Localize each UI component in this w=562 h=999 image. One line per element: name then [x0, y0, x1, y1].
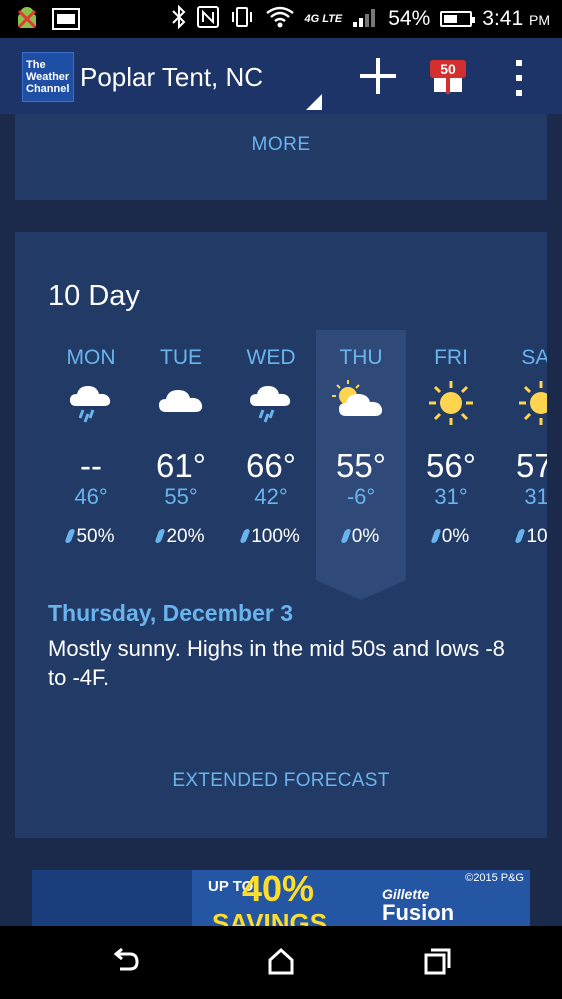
partly-sunny-icon: [330, 378, 383, 428]
ad-savings: SAVINGS: [212, 908, 328, 926]
more-card: MORE: [15, 114, 547, 200]
day-low: 42°: [254, 484, 288, 509]
status-bar: 4G LTE 54% 3:41 PM: [0, 0, 562, 38]
network-type-label: 4G LTE: [304, 13, 343, 25]
day-high: 55°: [336, 447, 386, 484]
day-column-thu[interactable]: THU 55° -6° 0%: [316, 330, 406, 600]
day-high: 57°: [516, 447, 547, 484]
day-precip: 50%: [46, 526, 136, 548]
ad-percent: 40%: [242, 870, 315, 909]
precip-value: 10%: [526, 526, 547, 547]
ten-day-card: 10 Day MON -- 46° 50% TUE 61° 55° 20% WED 66° 42° 1…: [15, 232, 547, 838]
vibrate-icon: [229, 6, 255, 33]
precip-value: 100%: [251, 526, 300, 547]
raindrop-icon: [430, 529, 442, 543]
back-icon: [113, 947, 139, 971]
day-name: THU: [339, 346, 383, 369]
recents-icon: [424, 948, 451, 975]
detail-date: Thursday, December 3: [48, 600, 294, 626]
raindrop-icon: [239, 529, 251, 543]
sun-icon: [426, 378, 476, 428]
back-button[interactable]: [110, 946, 140, 976]
day-low: -6°: [346, 484, 376, 509]
day-column-fri[interactable]: FRI 56° 31° 0%: [406, 330, 496, 580]
raindrop-icon: [154, 529, 167, 543]
android-notification-icon: [14, 6, 40, 37]
day-low: 31°: [524, 484, 547, 509]
day-column-mon[interactable]: MON -- 46° 50%: [46, 330, 136, 580]
ad-banner[interactable]: ©2015 P&G UP TO 40% SAVINGS Gillette Fus…: [32, 870, 530, 926]
clock: 3:41 PM: [482, 7, 550, 30]
day-low: 31°: [434, 484, 468, 509]
day-precip: 100%: [226, 526, 316, 548]
day-name: WED: [246, 346, 296, 369]
battery-icon: [440, 11, 476, 27]
gift-badge: 50: [430, 60, 466, 78]
day-precip: 20%: [136, 526, 226, 548]
overflow-menu-button[interactable]: [510, 58, 526, 98]
raindrop-icon: [64, 529, 77, 543]
image-notification-icon: [52, 8, 80, 35]
day-strip[interactable]: MON -- 46° 50% TUE 61° 55° 20% WED 66° 42° 100% THU 5…: [15, 330, 547, 600]
signal-icon: [352, 6, 378, 33]
location-selector[interactable]: Poplar Tent, NC: [80, 62, 263, 93]
weather-channel-logo[interactable]: The Weather Channel: [22, 52, 74, 102]
day-precip: 0%: [406, 526, 496, 548]
recents-button[interactable]: [422, 946, 452, 976]
day-low: 55°: [164, 484, 198, 509]
day-column-tue[interactable]: TUE 61° 55° 20%: [136, 330, 226, 580]
wifi-icon: [265, 5, 295, 34]
day-high: 66°: [246, 447, 296, 484]
location-dropdown-icon[interactable]: [306, 94, 322, 110]
home-button[interactable]: [266, 946, 296, 976]
day-precip: 10%: [496, 526, 547, 548]
gift-button[interactable]: 50: [430, 58, 466, 94]
rain-icon: [66, 378, 116, 428]
bluetooth-icon: [171, 4, 187, 34]
raindrop-icon: [514, 529, 527, 543]
cloud-icon: [156, 378, 206, 428]
day-low: 46°: [74, 484, 108, 509]
day-name: TUE: [160, 346, 202, 369]
day-column-wed[interactable]: WED 66° 42° 100%: [226, 330, 316, 580]
ad-product-image: [32, 870, 192, 926]
day-high: 61°: [156, 447, 206, 484]
ad-copyright: ©2015 P&G: [465, 872, 524, 884]
day-name: FRI: [434, 346, 468, 369]
day-precip: 0%: [316, 526, 406, 548]
detail-text: Mostly sunny. Highs in the mid 50s and l…: [48, 636, 505, 690]
raindrop-icon: [340, 529, 352, 543]
day-column-sat[interactable]: SAT 57°31° 10%: [496, 330, 547, 580]
precip-value: 50%: [76, 526, 115, 547]
precip-value: 0%: [351, 526, 380, 547]
more-button[interactable]: MORE: [15, 134, 547, 156]
day-name: MON: [66, 346, 116, 369]
day-high: 56°: [426, 447, 476, 484]
extended-forecast-button[interactable]: EXTENDED FORECAST: [15, 770, 547, 792]
rain-icon: [246, 378, 296, 428]
app-bar: The Weather Channel Poplar Tent, NC 50: [0, 38, 562, 114]
nav-bar: [0, 926, 562, 999]
add-location-button[interactable]: [358, 56, 398, 96]
sun-icon: [516, 378, 547, 428]
precip-value: 20%: [166, 526, 205, 547]
nfc-icon: [196, 5, 219, 33]
day-high: --: [80, 447, 102, 484]
battery-percent: 54%: [388, 7, 431, 30]
home-icon: [268, 947, 294, 975]
day-name: SAT: [521, 346, 547, 369]
ad-product-name: Fusion ProGlide: [382, 900, 455, 925]
ten-day-title: 10 Day: [48, 280, 140, 312]
precip-value: 0%: [441, 526, 470, 547]
